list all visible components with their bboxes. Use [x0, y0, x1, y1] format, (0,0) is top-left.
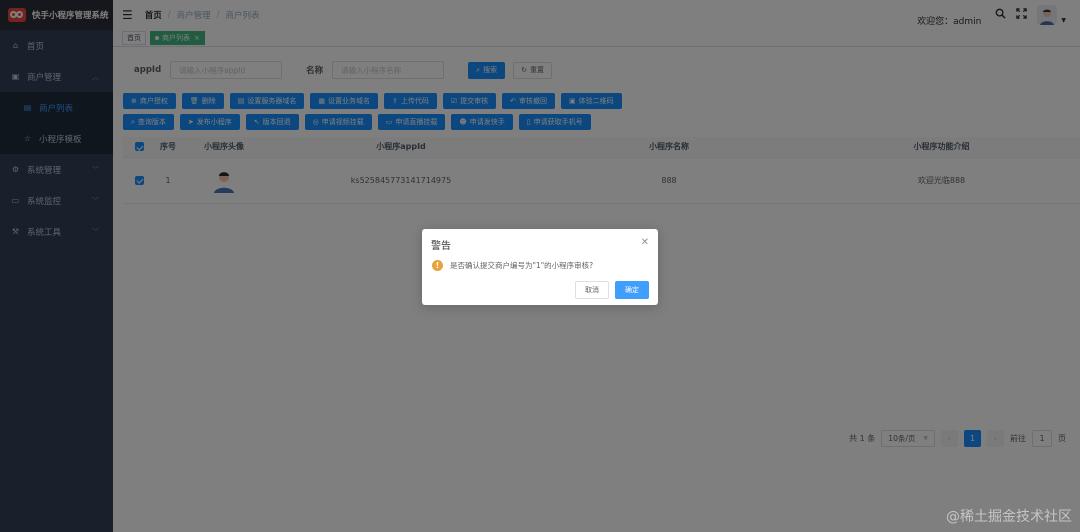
- confirm-button[interactable]: 确定: [615, 281, 649, 299]
- dialog-body: ! 是否确认提交商户编号为"1"的小程序审核?: [432, 260, 593, 271]
- dialog-message: 是否确认提交商户编号为"1"的小程序审核?: [450, 261, 594, 270]
- watermark: @稀土掘金技术社区: [946, 509, 1072, 525]
- dialog-title: 警告: [431, 241, 451, 252]
- close-icon[interactable]: ✕: [641, 237, 649, 248]
- confirm-dialog: 警告 ✕ ! 是否确认提交商户编号为"1"的小程序审核? 取消 确定: [422, 229, 658, 305]
- cancel-button[interactable]: 取消: [575, 281, 609, 299]
- dialog-footer: 取消 确定: [575, 281, 649, 299]
- warning-icon: !: [432, 260, 443, 271]
